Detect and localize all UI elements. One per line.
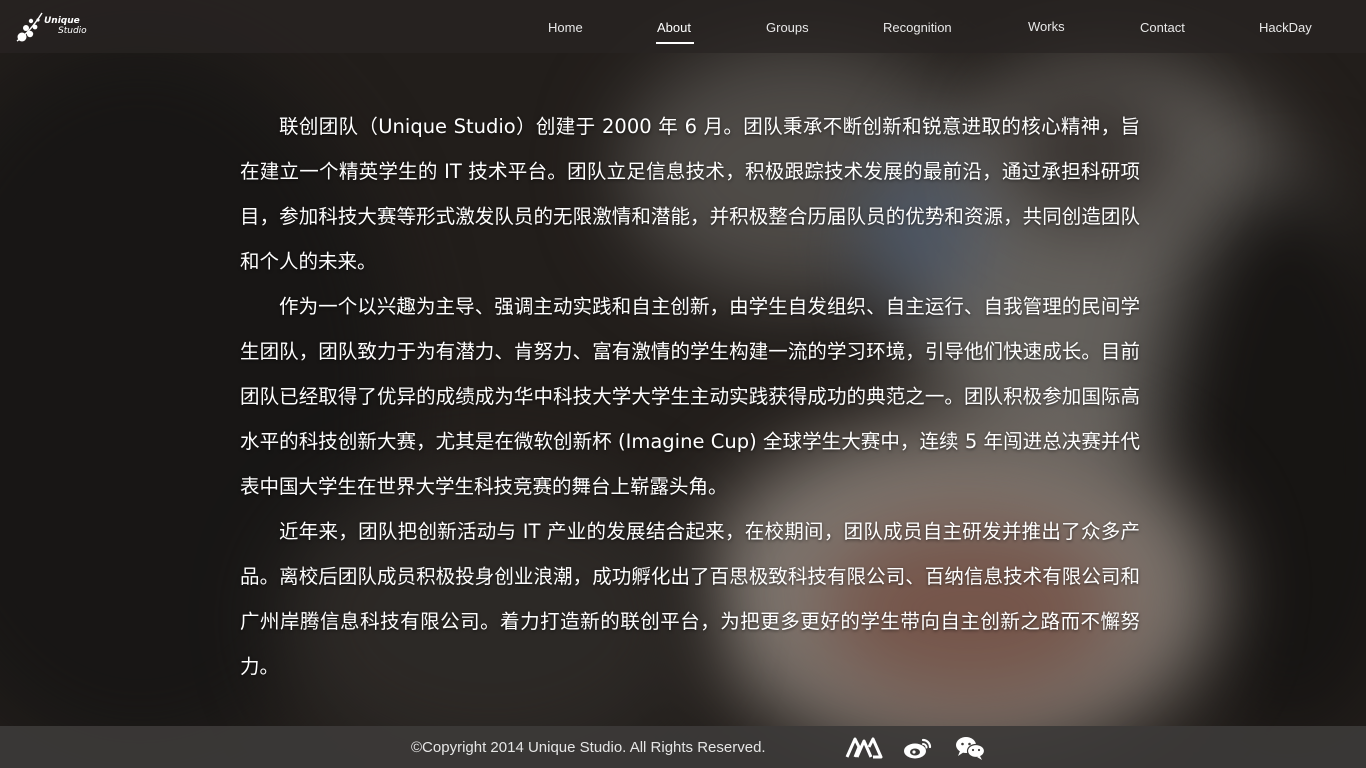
about-paragraph-2: 作为一个以兴趣为主导、强调主动实践和自主创新，由学生自发组织、自主运行、自我管理… [240,295,1140,498]
logo-line-2: Studio [58,26,87,36]
logo-wordmark: Unique Studio [44,16,87,36]
nav-active-indicator [656,42,694,44]
renren-icon[interactable] [845,735,883,761]
copyright-text: ©Copyright 2014 Unique Studio. All Right… [411,739,766,756]
about-text: 联创团队（Unique Studio）创建于 2000 年 6 月。团队秉承不断… [240,104,1140,689]
nav-works[interactable]: Works [1028,19,1065,34]
weibo-icon[interactable] [902,735,940,761]
nav-contact[interactable]: Contact [1140,20,1185,35]
unique-studio-logo-icon [16,12,43,42]
wechat-icon[interactable] [954,735,992,761]
footer: ©Copyright 2014 Unique Studio. All Right… [0,726,1366,768]
about-paragraph-1: 联创团队（Unique Studio）创建于 2000 年 6 月。团队秉承不断… [240,115,1140,273]
nav-recognition[interactable]: Recognition [883,20,952,35]
nav-home[interactable]: Home [548,20,583,35]
site-logo[interactable]: Unique Studio [14,10,94,44]
top-nav-bar: Unique Studio Home About Groups Recognit… [0,0,1366,53]
logo-line-1: Unique [44,16,80,26]
about-paragraph-3: 近年来，团队把创新活动与 IT 产业的发展结合起来，在校期间，团队成员自主研发并… [240,520,1140,678]
nav-about[interactable]: About [657,20,691,35]
nav-groups[interactable]: Groups [766,20,809,35]
nav-hackday[interactable]: HackDay [1259,20,1312,35]
